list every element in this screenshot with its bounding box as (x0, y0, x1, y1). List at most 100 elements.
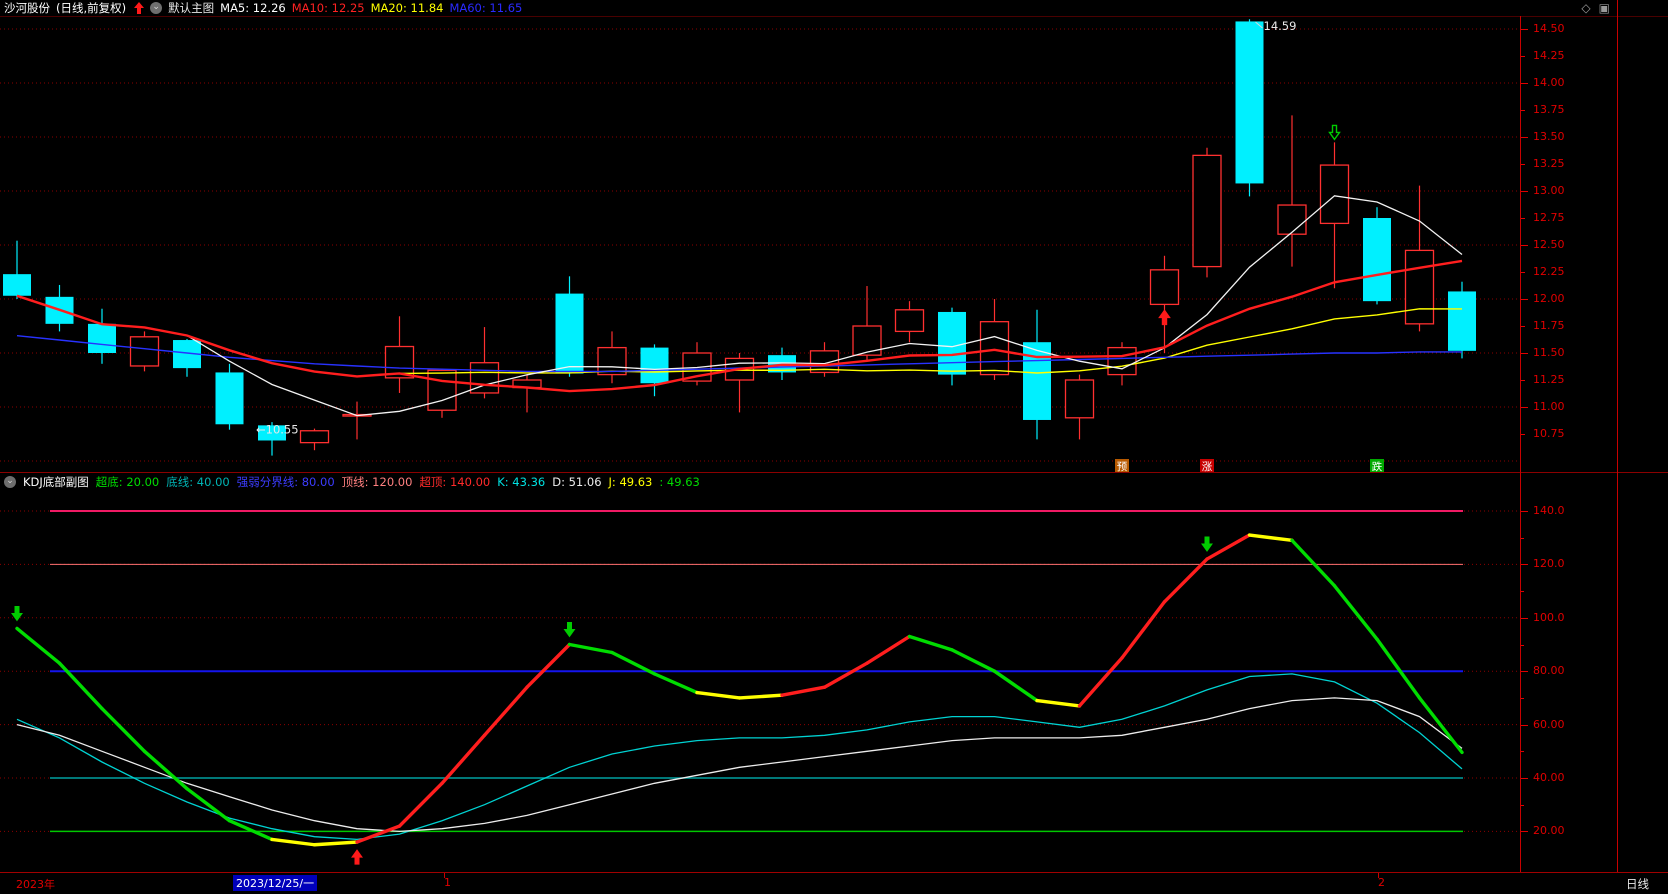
selected-date-label[interactable]: 2023/12/25/一 (233, 875, 318, 891)
candle[interactable] (555, 293, 584, 374)
kdj-j-line-segment (440, 733, 487, 786)
kdj-j-line-segment (822, 661, 869, 689)
kdj-j-line-segment (1417, 696, 1464, 755)
kdj-j-line-segment (1247, 533, 1294, 543)
candle[interactable] (129, 336, 160, 367)
axis-tick (1520, 671, 1528, 673)
kdj-j-line-segment (737, 693, 784, 700)
axis-tick (1520, 564, 1528, 566)
candle[interactable] (1277, 204, 1307, 235)
candle[interactable] (894, 309, 925, 333)
main-chart-header: 沙河股份 (日线,前复权) ⌄ 默认主图 MA5: 12.26 MA10: 12.… (0, 0, 1668, 16)
kdj-axis-label: 20.00 (1533, 824, 1565, 838)
kdj-j-line-segment (780, 685, 827, 697)
axis-tick (1520, 724, 1528, 726)
candle[interactable] (1319, 164, 1350, 225)
kdj-signal-arrow (11, 605, 23, 622)
candle[interactable] (1192, 154, 1222, 268)
candle[interactable] (1107, 346, 1137, 376)
price-axis-label: 13.25 (1533, 157, 1565, 170)
axis-tick (1520, 831, 1528, 833)
price-axis-line (1520, 16, 1521, 894)
axis-tick (1520, 617, 1528, 619)
header-right-icons: ◇ ▣ (1573, 0, 1610, 16)
time-axis-label: 1 (444, 876, 451, 889)
candle[interactable] (1064, 379, 1095, 419)
price-axis-label: 14.00 (1533, 76, 1565, 89)
kdj-signal-arrow (1201, 536, 1213, 552)
axis-tick (1520, 137, 1528, 138)
kdj-j-line-segment (482, 685, 529, 737)
candle[interactable] (1149, 269, 1180, 306)
kdj-j-line-segment (1035, 698, 1082, 708)
right-border-line (1617, 0, 1618, 894)
overlay-selector[interactable]: 默认主图 (168, 0, 214, 16)
kdj-j-line-segment (312, 840, 359, 847)
time-axis-label: 2023年 (16, 878, 55, 891)
candle[interactable] (979, 321, 1010, 376)
red-up-arrow-icon[interactable] (134, 2, 145, 14)
kdj-j-line-segment (1077, 656, 1124, 708)
kdj-j-line-segment (15, 626, 62, 665)
candle[interactable] (1363, 218, 1391, 302)
axis-tick (1520, 353, 1528, 354)
time-axis-label: 2 (1378, 876, 1385, 889)
price-axis-label: 14.50 (1533, 22, 1565, 35)
axis-tick (1520, 83, 1528, 84)
candle[interactable] (1235, 21, 1264, 184)
kdj-j-line-segment (950, 648, 997, 673)
candle[interactable] (1404, 249, 1435, 325)
time-axis[interactable]: 2023年 2023/12/25/一 1 2 日线 (0, 872, 1668, 894)
kdj-j-line-segment (57, 661, 104, 711)
kdj-j-line-segment (695, 690, 742, 700)
ma-item: MA60: 11.65 (449, 1, 523, 15)
axis-tick (1520, 407, 1528, 408)
signal-marker-text: 跌 (1372, 460, 1383, 472)
kdj-j-line-segment (397, 781, 444, 828)
axis-tick (1520, 29, 1528, 30)
price-axis-label: 11.50 (1533, 346, 1565, 359)
price-axis-label: 12.75 (1533, 211, 1565, 224)
candle[interactable] (88, 323, 116, 353)
candle[interactable] (427, 369, 457, 411)
low-price-annotation: ←10.55 (256, 423, 299, 437)
candle[interactable] (299, 430, 330, 444)
kdj-j-line-segment (1332, 584, 1379, 641)
kdj-j-line-segment (567, 642, 614, 655)
kdj-j-line-segment (1120, 600, 1167, 660)
diamond-icon[interactable]: ◇ (1581, 1, 1590, 15)
period-selector[interactable]: 日线 (1626, 876, 1649, 892)
period-label: (日线,前复权) (56, 1, 127, 15)
chevron-circle-icon[interactable]: ⌄ (150, 2, 163, 14)
price-axis-label: 13.00 (1533, 184, 1565, 197)
kdj-j-line-segment (1162, 557, 1209, 604)
kdj-j-line-segment (865, 634, 912, 665)
candle[interactable] (938, 311, 966, 375)
price-axis-label: 12.00 (1533, 292, 1565, 305)
candle[interactable] (852, 325, 882, 356)
stock-name: 沙河股份 (4, 1, 50, 15)
kdj-j-line-segment (992, 669, 1039, 703)
price-axis-label: 10.75 (1533, 427, 1565, 440)
candle[interactable] (640, 347, 669, 384)
candle[interactable] (3, 274, 31, 296)
candle[interactable] (1023, 342, 1051, 420)
price-axis-label: 14.25 (1533, 49, 1565, 62)
ma-item: MA5: 12.26 (220, 1, 286, 15)
ma-values: MA5: 12.26 MA10: 12.25 MA20: 11.84 MA60: 11… (220, 1, 528, 15)
header-divider (0, 16, 1668, 17)
kdj-indicator-chart[interactable] (0, 473, 1520, 872)
panel-layout-icon[interactable]: ▣ (1599, 1, 1610, 15)
candle[interactable] (1448, 291, 1476, 351)
main-candlestick-chart[interactable]: ←10.55 14.59 预 涨 跌 (0, 16, 1520, 472)
axis-tick (1520, 511, 1528, 512)
ma-item: MA10: 12.25 (291, 1, 365, 15)
kdj-axis-label: 100.0 (1533, 610, 1565, 624)
kdj-axis-label: 60.00 (1533, 717, 1565, 731)
kdj-signal-arrow (563, 622, 576, 638)
kdj-j-line-segment (907, 634, 954, 652)
ma-item: MA20: 11.84 (370, 1, 444, 15)
kdj-axis-label: 140.0 (1533, 504, 1565, 517)
stock-app-window: 沙河股份 (日线,前复权) ⌄ 默认主图 MA5: 12.26 MA10: 12.… (0, 0, 1668, 894)
candle[interactable] (215, 372, 244, 425)
